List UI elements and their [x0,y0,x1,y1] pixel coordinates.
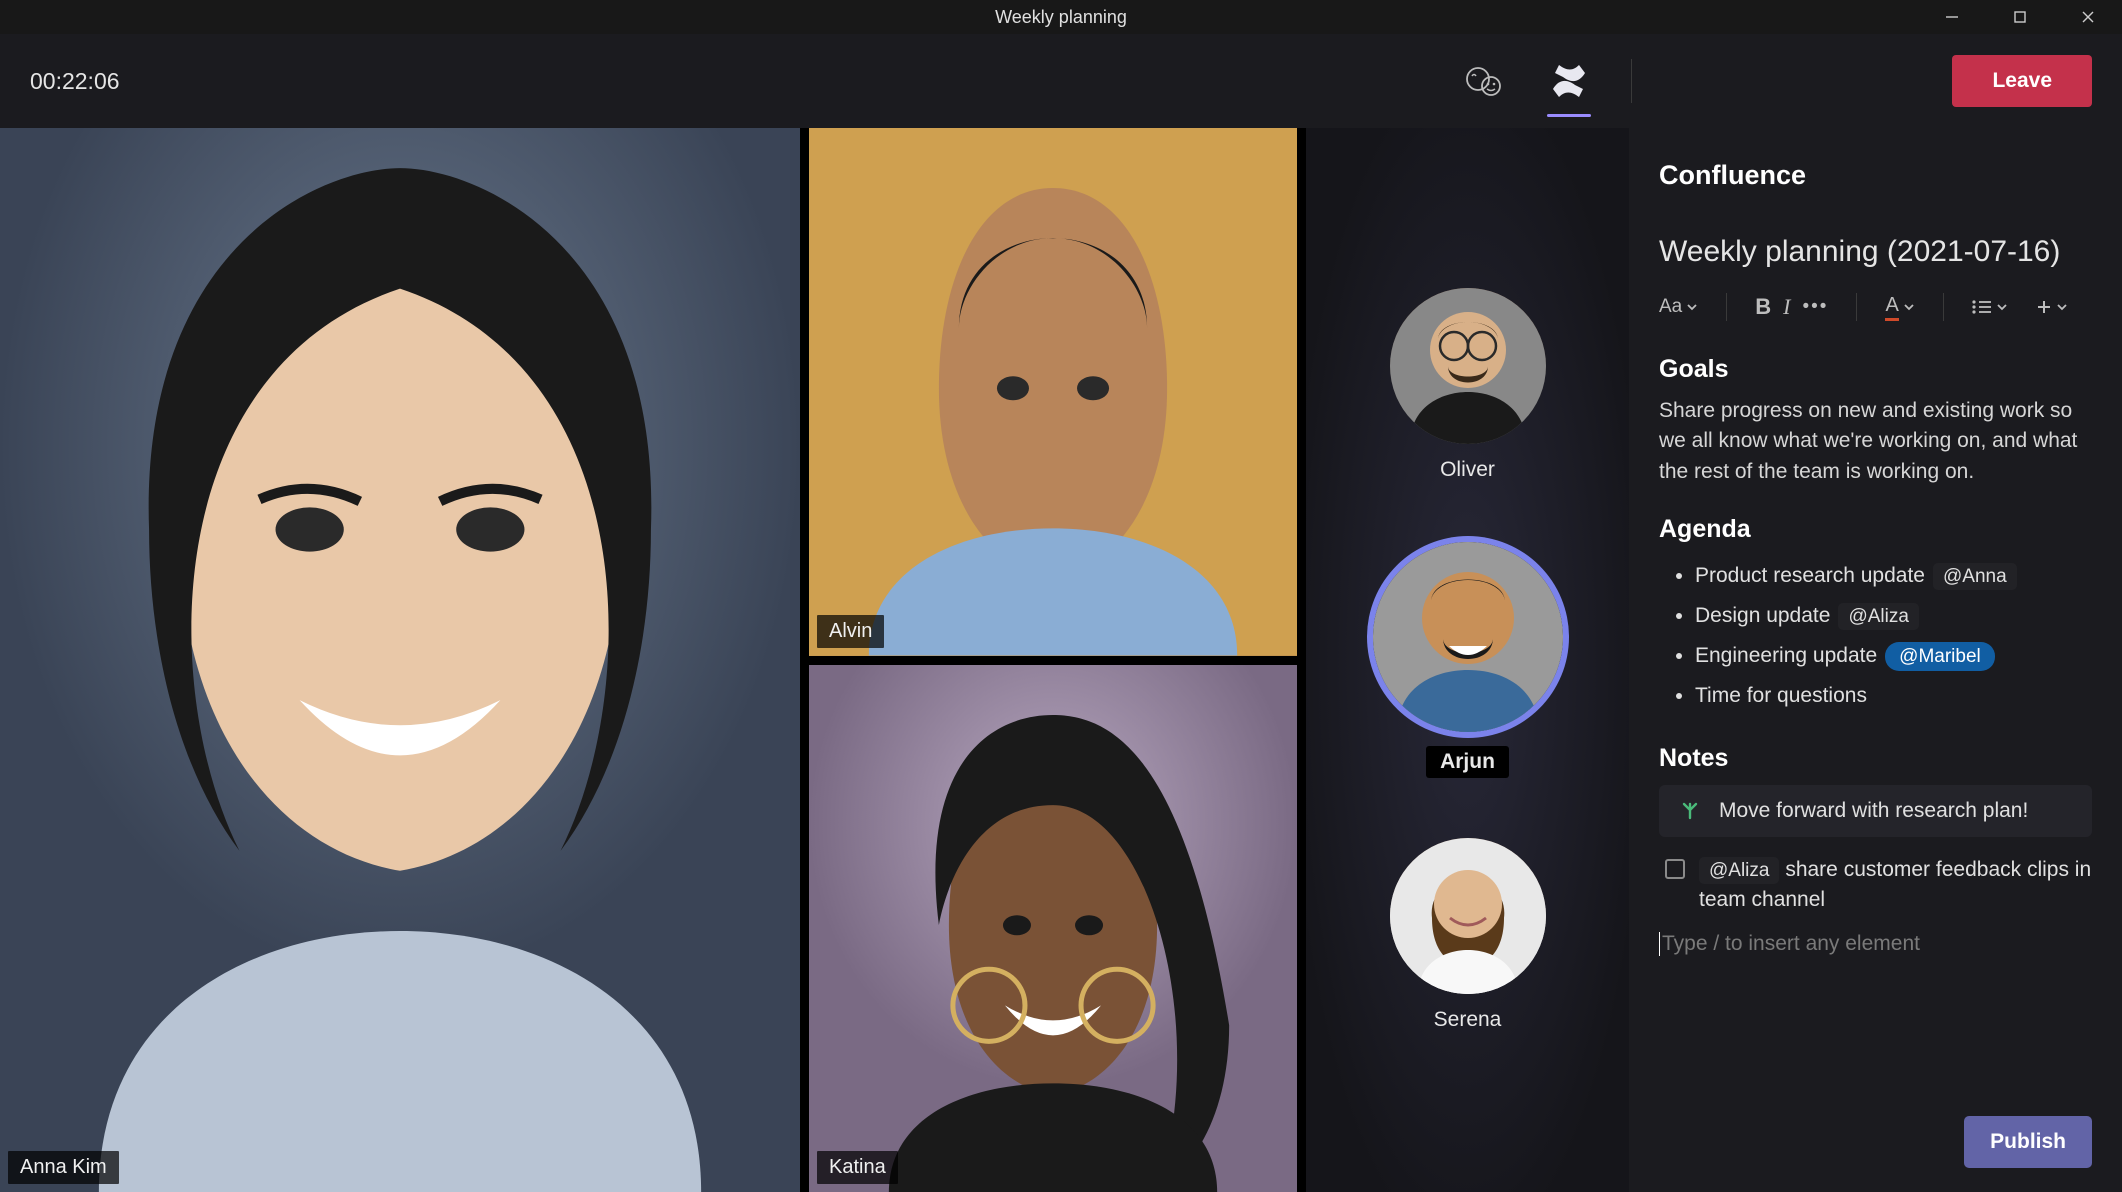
chevron-down-icon [1686,301,1698,313]
participant-name: Arjun [1426,746,1509,778]
more-formatting-button[interactable]: ••• [1802,296,1828,318]
notes-heading: Notes [1659,744,2092,773]
decision-icon [1679,800,1701,822]
agenda-item[interactable]: Design update@Aliza [1695,596,2092,636]
action-item-row[interactable]: @Aliza share customer feedback clips in … [1659,855,2092,916]
confluence-app-button[interactable] [1547,59,1591,103]
video-tile-secondary[interactable]: Katina [809,665,1297,1192]
participant-name-tag: Alvin [817,615,884,648]
list-dropdown[interactable] [1972,299,2008,315]
close-icon [2081,10,2095,24]
agenda-list[interactable]: Product research update@AnnaDesign updat… [1659,556,2092,716]
participant-name: Oliver [1440,458,1495,482]
maximize-icon [2013,10,2027,24]
avatar [1390,838,1546,994]
participant-avatar-item[interactable]: Arjun [1373,542,1563,778]
participant-video [809,665,1297,1192]
decision-text: Move forward with research plan! [1719,799,2028,823]
titlebar: Weekly planning [0,0,2122,34]
text-color-icon: A [1885,294,1898,321]
chevron-down-icon [1996,301,2008,313]
mention-chip[interactable]: @Anna [1933,563,2017,590]
goals-heading: Goals [1659,355,2092,384]
toolbar-separator [1856,293,1857,321]
checkbox[interactable] [1665,859,1685,879]
publish-button[interactable]: Publish [1964,1116,2092,1168]
page-title[interactable]: Weekly planning (2021-07-16) [1659,235,2092,269]
participant-name-tag: Katina [817,1151,898,1184]
formatting-toolbar: Aa B I ••• A [1659,293,2092,321]
close-button[interactable] [2054,0,2122,34]
video-tile-secondary[interactable]: Alvin [809,128,1297,656]
confluence-icon [1549,61,1589,101]
panel-app-name: Confluence [1659,160,2092,191]
reactions-icon [1465,64,1505,98]
goals-body[interactable]: Share progress on new and existing work … [1659,396,2092,487]
editor-insert-placeholder[interactable]: Type / to insert any element [1659,932,2092,956]
video-tile-main[interactable]: Anna Kim [0,128,800,1192]
participant-video [0,128,800,1192]
text-style-label: Aa [1659,296,1682,318]
decision-block[interactable]: Move forward with research plan! [1659,785,2092,837]
confluence-panel: Confluence Weekly planning (2021-07-16) … [1629,128,2122,1192]
insert-dropdown[interactable] [2036,299,2068,315]
agenda-item[interactable]: Engineering update@Maribel [1695,636,2092,676]
text-style-dropdown[interactable]: Aa [1659,296,1698,318]
avatar-image [1390,288,1546,444]
minimize-button[interactable] [1918,0,1986,34]
avatar-image [1373,542,1563,732]
avatar [1373,542,1563,732]
toolbar-separator [1726,293,1727,321]
participant-avatar-item[interactable]: Oliver [1390,288,1546,482]
video-grid: Anna Kim Alvin [0,128,1629,1192]
participant-avatar-item[interactable]: Serena [1390,838,1546,1032]
maximize-button[interactable] [1986,0,2054,34]
mention-chip[interactable]: @Aliza [1838,603,1918,630]
bold-button[interactable]: B [1755,294,1771,320]
chevron-down-icon [2056,301,2068,313]
meeting-toolbar: 00:22:06 Leave [0,34,2122,128]
avatar [1390,288,1546,444]
text-color-dropdown[interactable]: A [1885,294,1914,321]
participant-name-tag: Anna Kim [8,1151,119,1184]
list-icon [1972,299,1992,315]
agenda-item[interactable]: Product research update@Anna [1695,556,2092,596]
agenda-item[interactable]: Time for questions [1695,676,2092,716]
mention-chip[interactable]: @Maribel [1885,642,1995,671]
meeting-timer: 00:22:06 [30,68,120,95]
agenda-heading: Agenda [1659,515,2092,544]
mention-chip[interactable]: @Aliza [1699,857,1779,884]
toolbar-divider [1631,59,1632,103]
avatar-image [1390,838,1546,994]
chevron-down-icon [1903,301,1915,313]
window-controls [1918,0,2122,34]
window-title: Weekly planning [995,7,1127,28]
minimize-icon [1945,10,1959,24]
participant-video [809,128,1297,656]
overflow-participants: Oliver Arjun [1306,128,1629,1192]
reactions-button[interactable] [1463,59,1507,103]
leave-button[interactable]: Leave [1952,55,2092,107]
participant-name: Serena [1434,1008,1502,1032]
plus-icon [2036,299,2052,315]
italic-button[interactable]: I [1783,294,1790,320]
action-item-text: @Aliza share customer feedback clips in … [1699,855,2092,916]
toolbar-separator [1943,293,1944,321]
